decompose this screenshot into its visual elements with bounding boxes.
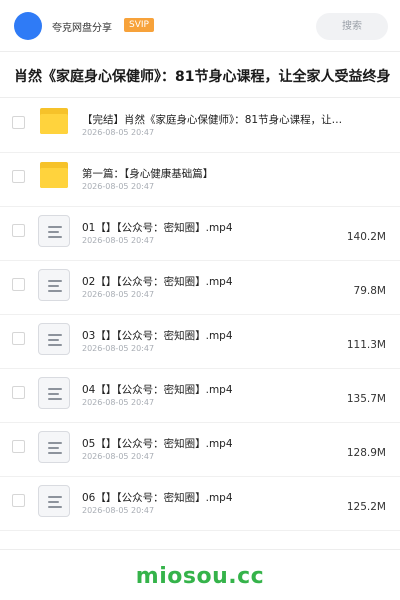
- list-item[interactable]: 05【】【公众号：密知圈】.mp4 2026-08-05 20:47 128.9…: [0, 423, 400, 477]
- item-size: 125.2M: [346, 501, 386, 513]
- footer: miosou.cc: [0, 549, 400, 600]
- file-list: 【完结】肖然《家庭身心保健师》：81节身心课程，让… 2026-08-05 20…: [0, 99, 400, 531]
- item-checkbox[interactable]: [12, 278, 25, 291]
- video-file-icon: [38, 269, 70, 301]
- list-item[interactable]: 04【】【公众号：密知圈】.mp4 2026-08-05 20:47 135.7…: [0, 369, 400, 423]
- page-title: 肖然《家庭身心保健师》：81节身心课程，让全家人受益终身: [14, 69, 391, 85]
- item-date: 2026-08-05 20:47: [82, 290, 155, 299]
- item-checkbox[interactable]: [12, 386, 25, 399]
- app-name: 夸克网盘分享: [52, 23, 112, 34]
- item-date: 2026-08-05 20:47: [82, 182, 155, 191]
- item-checkbox[interactable]: [12, 170, 25, 183]
- item-checkbox[interactable]: [12, 494, 25, 507]
- item-date: 2026-08-05 20:47: [82, 452, 155, 461]
- video-file-icon: [38, 323, 70, 355]
- title-bar: 肖然《家庭身心保健师》：81节身心课程，让全家人受益终身: [0, 53, 400, 98]
- list-item[interactable]: 03【】【公众号：密知圈】.mp4 2026-08-05 20:47 111.3…: [0, 315, 400, 369]
- item-name[interactable]: 04【】【公众号：密知圈】.mp4: [82, 382, 233, 397]
- item-name[interactable]: 06【】【公众号：密知圈】.mp4: [82, 490, 233, 505]
- item-date: 2026-08-05 20:47: [82, 128, 155, 137]
- video-file-icon: [38, 431, 70, 463]
- item-checkbox[interactable]: [12, 224, 25, 237]
- item-date: 2026-08-05 20:47: [82, 236, 155, 245]
- item-size: 111.3M: [346, 339, 386, 351]
- search-input[interactable]: 搜索: [316, 13, 388, 40]
- item-size: 140.2M: [346, 231, 386, 243]
- item-date: 2026-08-05 20:47: [82, 398, 155, 407]
- item-name[interactable]: 03【】【公众号：密知圈】.mp4: [82, 328, 233, 343]
- video-file-icon: [38, 215, 70, 247]
- item-checkbox[interactable]: [12, 440, 25, 453]
- list-item[interactable]: 06【】【公众号：密知圈】.mp4 2026-08-05 20:47 125.2…: [0, 477, 400, 531]
- item-size: 128.9M: [346, 447, 386, 459]
- item-name[interactable]: 【完结】肖然《家庭身心保健师》：81节身心课程，让…: [82, 112, 342, 127]
- brand-logo-text: miosou.cc: [135, 564, 265, 589]
- item-checkbox[interactable]: [12, 332, 25, 345]
- video-file-icon: [38, 485, 70, 517]
- top-bar: 夸克网盘分享 SVIP 搜索: [0, 0, 400, 52]
- item-date: 2026-08-05 20:47: [82, 506, 155, 515]
- list-item[interactable]: 02【】【公众号：密知圈】.mp4 2026-08-05 20:47 79.8M: [0, 261, 400, 315]
- item-size: 135.7M: [346, 393, 386, 405]
- item-name[interactable]: 05【】【公众号：密知圈】.mp4: [82, 436, 233, 451]
- list-item[interactable]: 第一篇：【身心健康基础篇】 2026-08-05 20:47: [0, 153, 400, 207]
- item-checkbox[interactable]: [12, 116, 25, 129]
- item-name[interactable]: 01【】【公众号：密知圈】.mp4: [82, 220, 233, 235]
- folder-icon: [38, 161, 70, 193]
- list-item[interactable]: 01【】【公众号：密知圈】.mp4 2026-08-05 20:47 140.2…: [0, 207, 400, 261]
- item-date: 2026-08-05 20:47: [82, 344, 155, 353]
- avatar[interactable]: [14, 12, 42, 40]
- list-item[interactable]: 【完结】肖然《家庭身心保健师》：81节身心课程，让… 2026-08-05 20…: [0, 99, 400, 153]
- folder-icon: [38, 107, 70, 139]
- item-size: 79.8M: [353, 285, 386, 297]
- svip-badge: SVIP: [124, 18, 154, 32]
- video-file-icon: [38, 377, 70, 409]
- item-name[interactable]: 第一篇：【身心健康基础篇】: [82, 166, 213, 181]
- item-name[interactable]: 02【】【公众号：密知圈】.mp4: [82, 274, 233, 289]
